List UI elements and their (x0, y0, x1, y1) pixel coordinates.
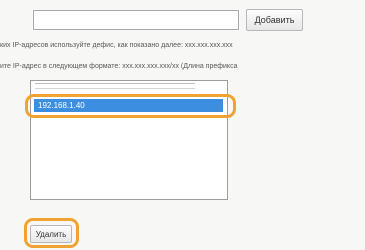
range-hint-text: ких IP-адресов используйте дефис, как по… (0, 42, 233, 49)
list-item-selected[interactable]: 192.168.1.40 (34, 99, 223, 112)
ip-address-settings-panel: Добавить ких IP-адресов используйте дефи… (0, 0, 365, 250)
format-hint-text: ите IP-адрес в следующем формате: xxx.xx… (0, 63, 238, 70)
ip-address-list[interactable]: 192.168.1.40 (30, 80, 228, 200)
ip-address-input[interactable] (33, 10, 239, 30)
add-button[interactable]: Добавить (246, 9, 303, 31)
list-item-partial (35, 83, 195, 89)
delete-button[interactable]: Удалить (30, 225, 72, 243)
